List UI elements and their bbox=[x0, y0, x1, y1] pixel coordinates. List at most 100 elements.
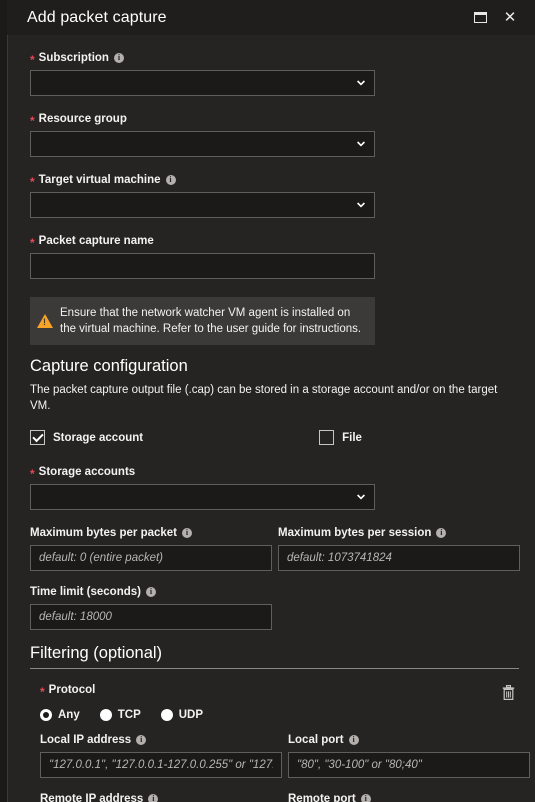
checkbox-storage-account-box bbox=[30, 430, 45, 445]
max-bytes-session-label-row: Maximum bytes per session i bbox=[278, 526, 520, 540]
time-limit-label: Time limit (seconds) bbox=[30, 586, 141, 598]
info-icon[interactable]: i bbox=[145, 587, 156, 597]
col-max-bytes-session: Maximum bytes per session i bbox=[278, 526, 520, 571]
required-marker: * bbox=[30, 236, 35, 250]
radio-udp-label: UDP bbox=[178, 709, 204, 721]
radio-protocol-tcp[interactable]: TCP bbox=[99, 709, 141, 721]
trash-icon bbox=[502, 684, 514, 700]
protocol-label: Protocol bbox=[48, 683, 96, 696]
field-subscription: * Subscription i bbox=[30, 51, 513, 96]
required-marker: * bbox=[40, 684, 45, 699]
add-packet-capture-blade: Add packet capture ✕ * Subscription i * … bbox=[0, 0, 535, 802]
info-icon[interactable]: i bbox=[182, 528, 193, 538]
required-marker: * bbox=[30, 114, 35, 128]
protocol-header: * Protocol bbox=[30, 681, 519, 703]
checkbox-file[interactable]: File bbox=[319, 430, 362, 445]
local-ip-input[interactable] bbox=[40, 752, 282, 778]
filter-fields: Local IP address i Local port i bbox=[30, 733, 530, 802]
capture-configuration-title: Capture configuration bbox=[30, 357, 188, 375]
max-bytes-session-input[interactable] bbox=[278, 545, 520, 571]
target-vm-label-row: * Target virtual machine i bbox=[30, 173, 513, 189]
radio-any-label: Any bbox=[58, 709, 80, 721]
close-icon: ✕ bbox=[503, 9, 517, 26]
info-icon[interactable]: i bbox=[348, 735, 359, 745]
max-bytes-row: Maximum bytes per packet i Maximum bytes… bbox=[30, 526, 520, 571]
packet-capture-name-label-row: * Packet capture name bbox=[30, 234, 513, 250]
remote-port-label: Remote port bbox=[288, 793, 356, 802]
checkbox-file-label: File bbox=[342, 431, 362, 444]
delete-filter-button[interactable] bbox=[497, 681, 519, 703]
col-max-bytes-packet: Maximum bytes per packet i bbox=[30, 526, 272, 571]
col-local-port: Local port i bbox=[288, 733, 530, 778]
packet-capture-name-label: Packet capture name bbox=[38, 235, 154, 247]
checkbox-storage-account-label: Storage account bbox=[53, 431, 144, 444]
required-marker: * bbox=[30, 175, 35, 189]
field-resource-group: * Resource group bbox=[30, 112, 513, 157]
resource-group-select[interactable] bbox=[30, 131, 375, 157]
field-packet-capture-name: * Packet capture name bbox=[30, 234, 513, 279]
storage-target-checkbox-row: Storage account File bbox=[30, 430, 513, 445]
chevron-down-icon bbox=[357, 79, 365, 87]
info-icon[interactable]: i bbox=[148, 794, 159, 802]
radio-protocol-any[interactable]: Any bbox=[40, 709, 80, 721]
chevron-down-icon bbox=[357, 493, 365, 501]
checkbox-file-box bbox=[319, 430, 335, 445]
resource-group-label-row: * Resource group bbox=[30, 112, 513, 128]
remote-port-label-row: Remote port i bbox=[288, 792, 530, 802]
info-icon[interactable]: i bbox=[360, 794, 371, 802]
field-storage-accounts: * Storage accounts bbox=[30, 465, 513, 510]
time-limit-row: Time limit (seconds) i bbox=[30, 585, 513, 630]
max-bytes-session-label: Maximum bytes per session bbox=[278, 527, 432, 539]
remote-ip-label-row: Remote IP address i bbox=[40, 792, 282, 802]
warning-triangle-icon bbox=[37, 314, 53, 328]
target-vm-label: Target virtual machine bbox=[38, 174, 161, 186]
storage-accounts-label-row: * Storage accounts bbox=[30, 465, 513, 480]
maximize-button[interactable] bbox=[467, 5, 493, 31]
col-remote-ip: Remote IP address i bbox=[40, 792, 282, 802]
resource-group-label: Resource group bbox=[38, 113, 127, 125]
field-target-vm: * Target virtual machine i bbox=[30, 173, 513, 218]
protocol-radio-group: Any TCP UDP bbox=[40, 709, 513, 721]
filtering-title: Filtering (optional) bbox=[30, 644, 519, 669]
subscription-select[interactable] bbox=[30, 70, 375, 96]
info-icon[interactable]: i bbox=[165, 175, 176, 185]
blade-titlebar: Add packet capture ✕ bbox=[7, 0, 535, 35]
local-ip-label: Local IP address bbox=[40, 734, 132, 746]
protocol-label-row: * Protocol bbox=[40, 683, 96, 699]
storage-accounts-select[interactable] bbox=[30, 484, 375, 510]
target-vm-select[interactable] bbox=[30, 192, 375, 218]
radio-any-indicator bbox=[40, 709, 52, 721]
max-bytes-packet-input[interactable] bbox=[30, 545, 272, 571]
col-remote-port: Remote port i bbox=[288, 792, 530, 802]
radio-protocol-udp[interactable]: UDP bbox=[160, 709, 204, 721]
packet-capture-name-input[interactable] bbox=[30, 253, 375, 279]
local-ip-label-row: Local IP address i bbox=[40, 733, 282, 747]
storage-accounts-label: Storage accounts bbox=[38, 466, 136, 478]
page-title: Add packet capture bbox=[27, 8, 167, 26]
local-port-label-row: Local port i bbox=[288, 733, 530, 747]
checkbox-storage-account[interactable]: Storage account bbox=[30, 430, 143, 445]
chevron-down-icon bbox=[357, 201, 365, 209]
chevron-down-icon bbox=[357, 140, 365, 148]
vm-agent-warning-banner: Ensure that the network watcher VM agent… bbox=[30, 297, 375, 345]
info-icon[interactable]: i bbox=[436, 528, 447, 538]
close-button[interactable]: ✕ bbox=[497, 5, 523, 31]
radio-tcp-indicator bbox=[99, 709, 112, 721]
required-marker: * bbox=[30, 53, 35, 67]
maximize-icon bbox=[473, 12, 487, 23]
info-icon[interactable]: i bbox=[113, 53, 124, 63]
warning-text: Ensure that the network watcher VM agent… bbox=[60, 307, 362, 335]
max-bytes-packet-label-row: Maximum bytes per packet i bbox=[30, 526, 272, 540]
radio-udp-indicator bbox=[160, 709, 173, 721]
info-icon[interactable]: i bbox=[136, 735, 147, 745]
local-port-input[interactable] bbox=[288, 752, 530, 778]
col-time-limit: Time limit (seconds) i bbox=[30, 585, 272, 630]
warning-icon-wrap bbox=[30, 297, 60, 345]
filter-card: * Protocol Any TCP UDP Local IP address … bbox=[30, 681, 530, 802]
col-local-ip: Local IP address i bbox=[40, 733, 282, 778]
blade-content: * Subscription i * Resource group * Targ… bbox=[8, 35, 535, 802]
time-limit-input[interactable] bbox=[30, 604, 272, 630]
local-port-label: Local port bbox=[288, 734, 344, 746]
remote-ip-label: Remote IP address bbox=[40, 793, 144, 802]
subscription-label-row: * Subscription i bbox=[30, 51, 513, 67]
